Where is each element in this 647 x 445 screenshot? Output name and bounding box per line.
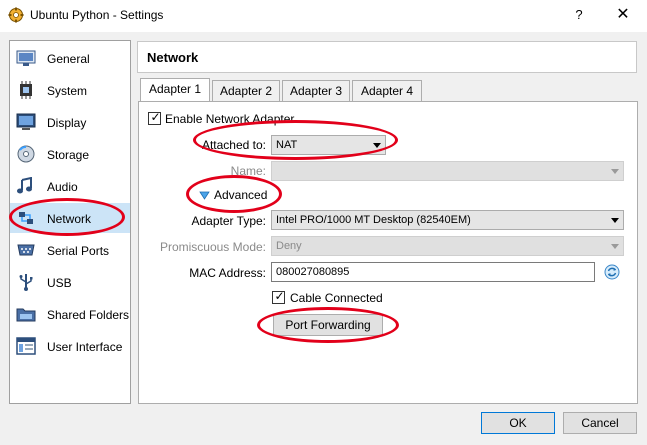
chevron-down-icon xyxy=(611,169,619,174)
expand-triangle-icon xyxy=(199,191,210,200)
enable-adapter-label: Enable Network Adapter xyxy=(165,112,295,126)
cable-connected-label: Cable Connected xyxy=(290,291,383,305)
page-header: Network xyxy=(137,41,637,73)
mac-address-value: 080027080895 xyxy=(276,266,350,278)
adapter-type-label: Adapter Type: xyxy=(191,214,267,228)
sidebar-item-storage[interactable]: Storage xyxy=(10,139,130,169)
promiscuous-mode-label: Promiscuous Mode: xyxy=(159,240,266,254)
tab-adapter-4[interactable]: Adapter 4 xyxy=(352,80,422,102)
cable-connected-checkbox[interactable]: ✓ xyxy=(272,289,285,304)
tab-adapter-1[interactable]: Adapter 1 xyxy=(140,78,210,102)
sidebar-item-label: USB xyxy=(47,276,72,290)
tab-adapter-2[interactable]: Adapter 2 xyxy=(212,80,280,102)
ok-button[interactable]: OK xyxy=(481,412,555,434)
sidebar-item-label: Serial Ports xyxy=(47,244,110,258)
refresh-mac-icon[interactable] xyxy=(604,264,620,280)
usb-icon xyxy=(19,274,33,291)
audio-icon xyxy=(17,177,32,194)
sidebar-item-label: Network xyxy=(47,212,92,226)
mac-address-label: MAC Address: xyxy=(189,266,266,280)
sidebar-item-label: System xyxy=(47,84,88,98)
sidebar-item-serial-ports[interactable]: Serial Ports xyxy=(10,235,130,265)
chevron-down-icon xyxy=(611,218,619,223)
window-title: Ubuntu Python - Settings xyxy=(30,8,164,22)
name-label: Name: xyxy=(230,164,266,178)
checkmark-icon: ✓ xyxy=(150,110,161,124)
close-button[interactable]: ✕ xyxy=(610,4,636,26)
mac-address-field[interactable]: 080027080895 xyxy=(271,262,595,282)
system-icon xyxy=(20,81,32,99)
storage-icon xyxy=(17,145,35,163)
promiscuous-mode-value: Deny xyxy=(276,240,302,252)
adapter-type-select[interactable]: Intel PRO/1000 MT Desktop (82540EM) xyxy=(271,210,624,230)
advanced-label: Advanced xyxy=(214,188,268,202)
port-forwarding-button[interactable]: Port Forwarding xyxy=(273,314,383,336)
cancel-button[interactable]: Cancel xyxy=(563,412,637,434)
chevron-down-icon xyxy=(373,143,381,148)
sidebar-item-label: General xyxy=(47,52,90,66)
sidebar-item-label: Display xyxy=(47,116,87,130)
attached-to-value: NAT xyxy=(276,139,298,151)
tab-adapter-3[interactable]: Adapter 3 xyxy=(282,80,350,102)
sidebar-item-network[interactable]: Network xyxy=(10,203,130,233)
help-button[interactable]: ? xyxy=(568,4,590,26)
user-interface-icon xyxy=(16,337,36,355)
serial-ports-icon xyxy=(17,244,35,256)
sidebar-item-general[interactable]: General xyxy=(10,43,130,73)
sidebar-item-label: User Interface xyxy=(47,340,123,354)
chevron-down-icon xyxy=(611,244,619,249)
title-bar: Ubuntu Python - Settings ? ✕ xyxy=(0,0,647,32)
attached-to-select[interactable]: NAT xyxy=(271,135,386,155)
sidebar-item-label: Audio xyxy=(47,180,78,194)
page-title: Network xyxy=(147,50,199,65)
sidebar-item-shared-folders[interactable]: Shared Folders xyxy=(10,299,130,329)
promiscuous-mode-select[interactable]: Deny xyxy=(271,236,624,256)
shared-folders-icon xyxy=(16,308,36,322)
sidebar-item-usb[interactable]: USB xyxy=(10,267,130,297)
sidebar-item-audio[interactable]: Audio xyxy=(10,171,130,201)
adapter-type-value: Intel PRO/1000 MT Desktop (82540EM) xyxy=(276,214,471,226)
sidebar-item-user-interface[interactable]: User Interface xyxy=(10,331,130,361)
display-icon xyxy=(16,113,36,130)
virtualbox-app-icon xyxy=(8,7,24,23)
advanced-toggle[interactable]: Advanced xyxy=(199,188,279,204)
network-icon xyxy=(19,212,33,224)
attached-to-label: Attached to: xyxy=(201,138,266,152)
settings-sidebar: General System Display Storage Audio Net… xyxy=(9,40,131,404)
sidebar-item-system[interactable]: System xyxy=(10,75,130,105)
enable-adapter-checkbox[interactable]: ✓ xyxy=(148,110,161,125)
sidebar-item-label: Shared Folders xyxy=(47,308,130,322)
name-select[interactable] xyxy=(271,161,624,181)
checkmark-icon: ✓ xyxy=(274,289,285,303)
sidebar-item-display[interactable]: Display xyxy=(10,107,130,137)
sidebar-item-label: Storage xyxy=(47,148,90,162)
general-icon xyxy=(16,50,36,66)
